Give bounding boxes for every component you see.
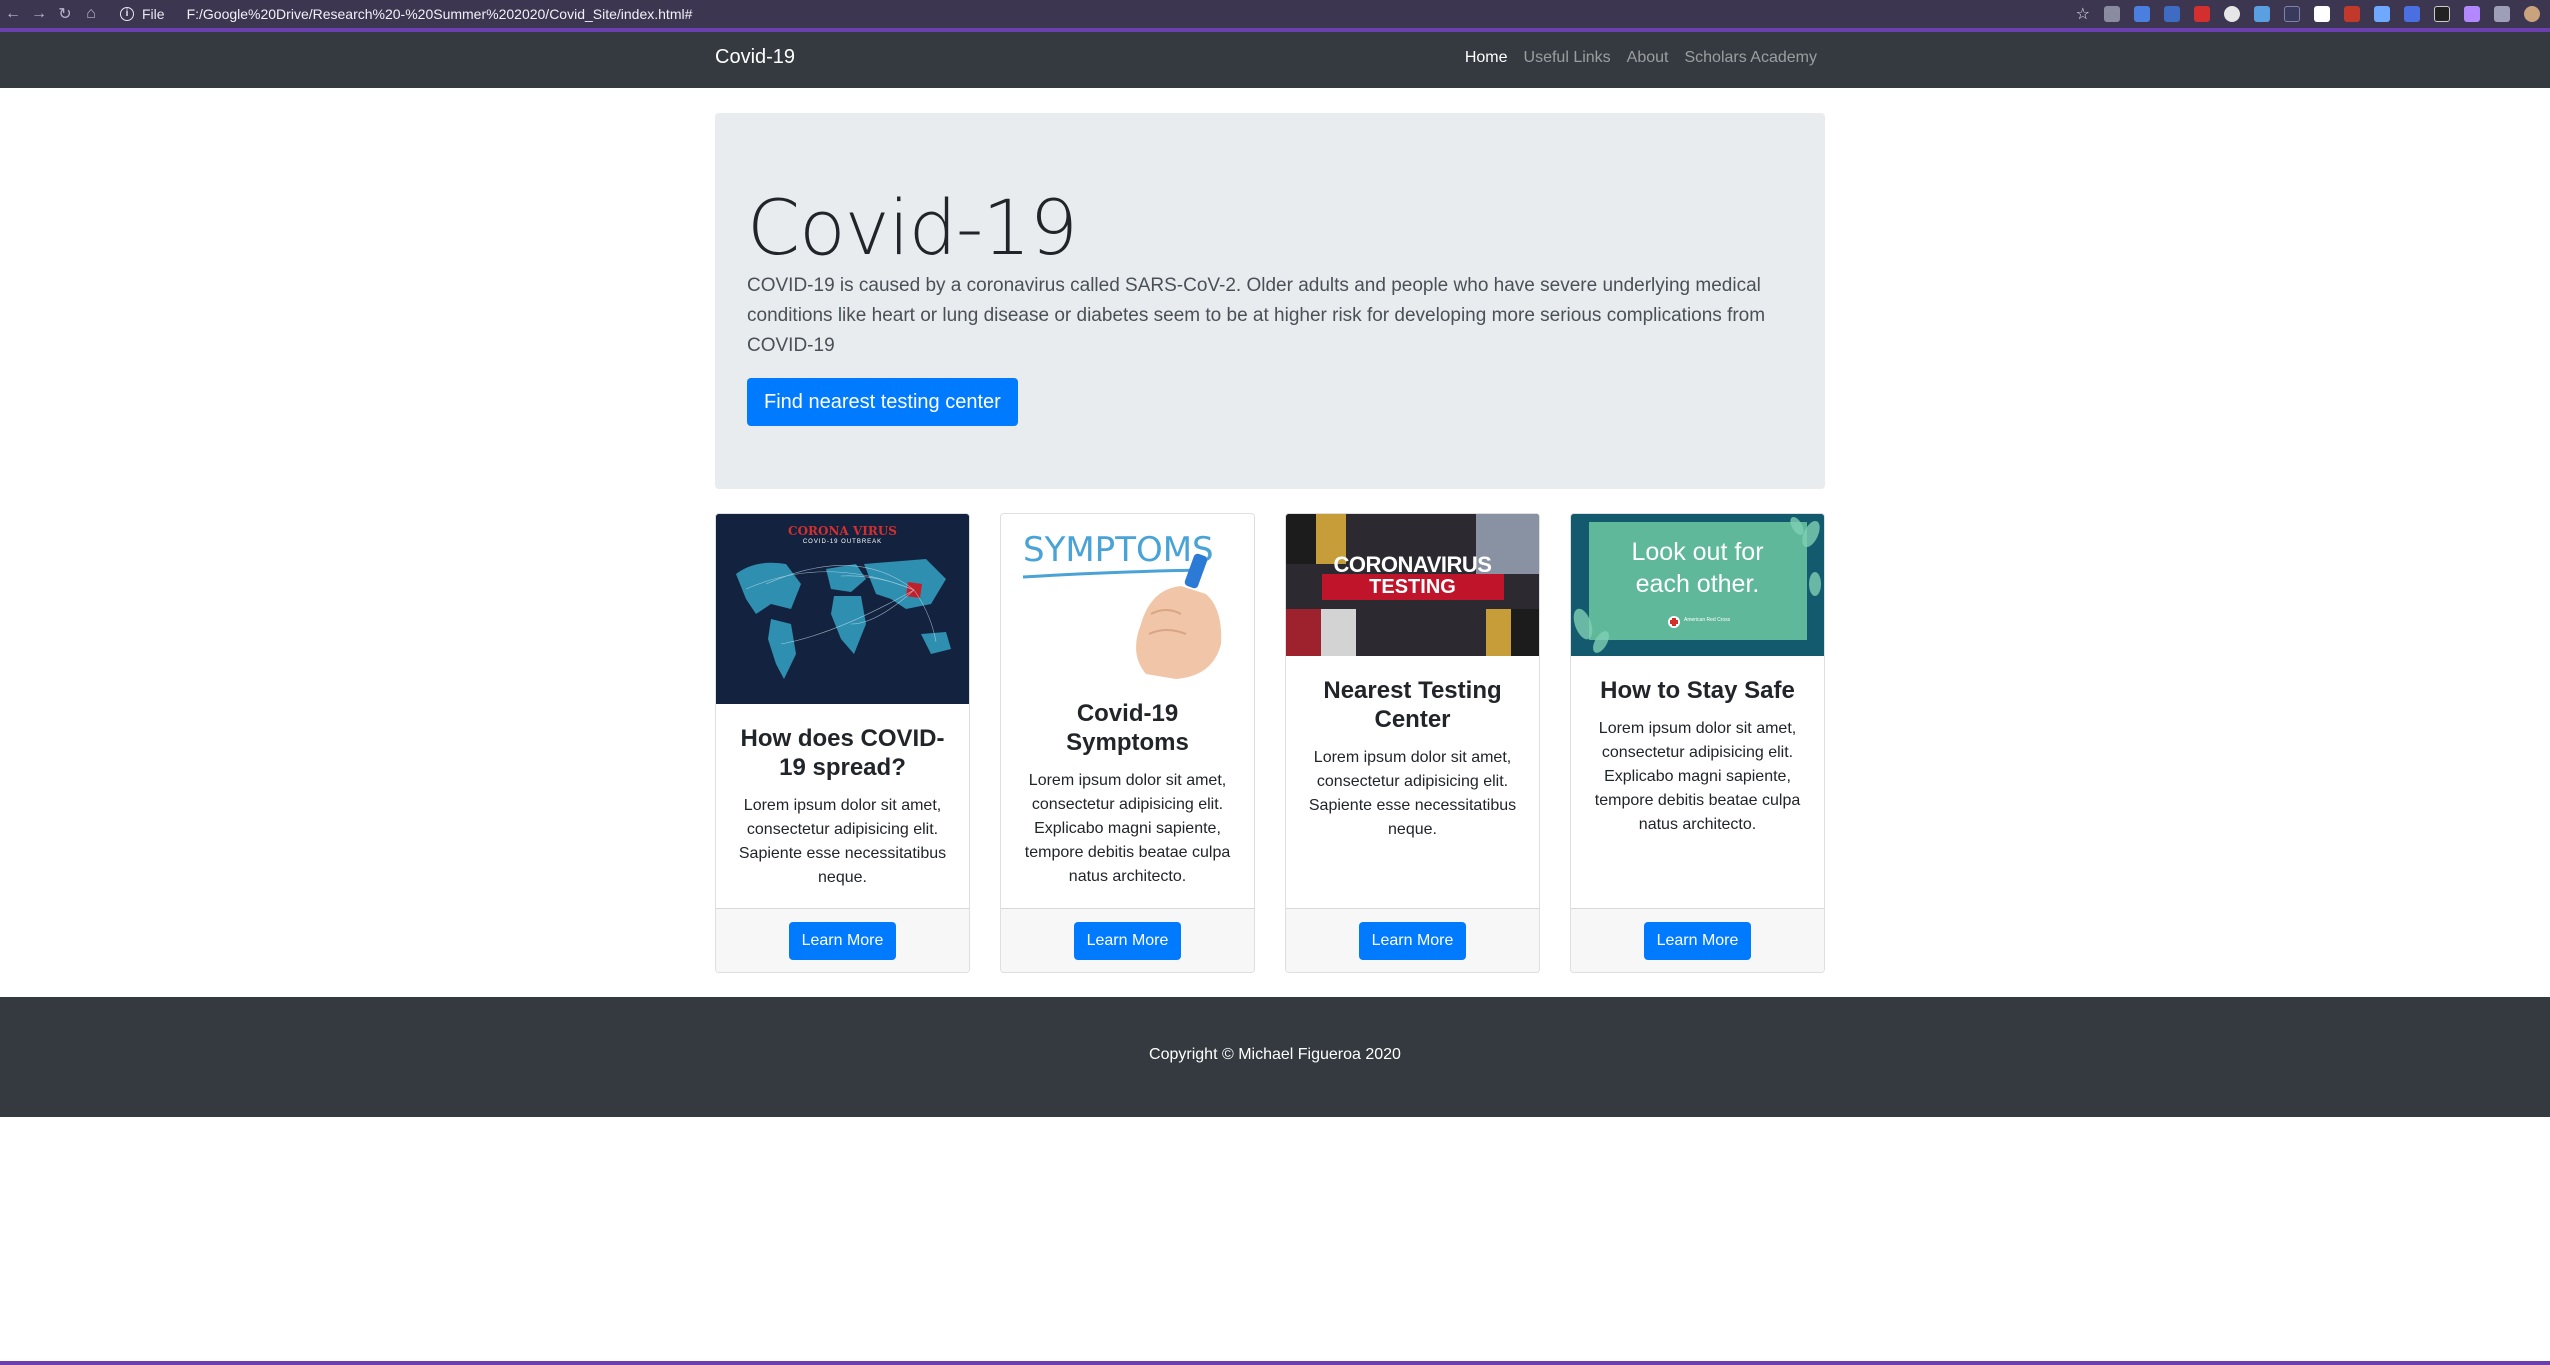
card-title: How to Stay Safe: [1600, 677, 1795, 704]
card-body: Covid-19 Symptoms Lorem ipsum dolor sit …: [1001, 679, 1254, 889]
image-caption: CORONA VIRUS: [788, 524, 897, 538]
card-symptoms: SYMPTOMS Covid-19 Symptoms Lorem ipsum d…: [1000, 513, 1255, 973]
extension-icon[interactable]: [2134, 6, 2150, 22]
image-subcaption: TESTING: [1369, 576, 1456, 598]
nav-links: Home Useful Links About Scholars Academy: [1465, 49, 1817, 67]
home-icon[interactable]: ⌂: [78, 0, 104, 28]
card-footer: Learn More: [716, 908, 969, 972]
card-covid-spread: CORONA VIRUS COVID-19 OUTBREAK How does …: [715, 513, 970, 973]
world-map-image: CORONA VIRUS COVID-19 OUTBREAK: [716, 514, 969, 704]
page-title: Covid-19: [747, 183, 1078, 272]
image-caption: Look out for each other.: [1631, 538, 1764, 598]
card-title: How does COVID-19 spread?: [740, 725, 945, 781]
nav-link-home[interactable]: Home: [1465, 49, 1508, 67]
bookmark-star-icon[interactable]: ☆: [2076, 4, 2090, 24]
site-navbar: Covid-19 Home Useful Links About Scholar…: [0, 32, 2550, 88]
copyright-text: Copyright © Michael Figueroa 2020: [1149, 1046, 1401, 1063]
back-icon[interactable]: ←: [0, 0, 26, 28]
learn-more-button[interactable]: Learn More: [1358, 921, 1467, 960]
image-subcaption: American Red Cross: [1684, 617, 1731, 623]
address-bar[interactable]: i File F:/Google%20Drive/Research%20-%20…: [120, 6, 692, 22]
intro-text: COVID-19 is caused by a coronavirus call…: [747, 275, 1766, 356]
browser-toolbar: ← → ↻ ⌂ i File F:/Google%20Drive/Researc…: [0, 0, 2550, 28]
find-testing-center-button[interactable]: Find nearest testing center: [747, 378, 1018, 426]
card-footer: Learn More: [1001, 908, 1254, 972]
stay-safe-image: Look out for each other. American Red Cr…: [1571, 514, 1824, 656]
testing-image: CORONAVIRUS TESTING: [1286, 514, 1539, 656]
jumbotron: Covid-19 COVID-19 is caused by a coronav…: [715, 113, 1825, 489]
extension-icon[interactable]: [2224, 6, 2240, 22]
extension-icon[interactable]: [2404, 6, 2420, 22]
card-text: Lorem ipsum dolor sit amet, consectetur …: [1024, 772, 1231, 885]
card-text: Lorem ipsum dolor sit amet, consectetur …: [738, 797, 947, 886]
adblock-icon[interactable]: [2194, 6, 2210, 22]
card-body: How does COVID-19 spread? Lorem ipsum do…: [716, 704, 969, 890]
learn-more-button[interactable]: Learn More: [788, 921, 897, 960]
file-label: File: [142, 6, 165, 22]
avatar[interactable]: [2524, 6, 2540, 22]
card-text: Lorem ipsum dolor sit amet, consectetur …: [1594, 720, 1801, 833]
nav-link-about[interactable]: About: [1627, 49, 1669, 67]
card-footer: Learn More: [1571, 908, 1824, 972]
card-footer: Learn More: [1286, 908, 1539, 972]
extension-icon[interactable]: [2104, 6, 2120, 22]
puzzle-icon[interactable]: [2464, 6, 2480, 22]
forward-icon[interactable]: →: [26, 0, 52, 28]
url-text[interactable]: F:/Google%20Drive/Research%20-%20Summer%…: [187, 6, 693, 22]
info-icon[interactable]: i: [120, 7, 134, 21]
extension-tray: ☆: [2076, 0, 2540, 28]
nav-link-useful-links[interactable]: Useful Links: [1524, 49, 1611, 67]
card-stay-safe: Look out for each other. American Red Cr…: [1570, 513, 1825, 973]
card-body: Nearest Testing Center Lorem ipsum dolor…: [1286, 656, 1539, 842]
card-title: Covid-19 Symptoms: [1066, 700, 1189, 756]
card-title: Nearest Testing Center: [1323, 677, 1502, 733]
learn-more-button[interactable]: Learn More: [1643, 921, 1752, 960]
card-text: Lorem ipsum dolor sit amet, consectetur …: [1308, 749, 1517, 838]
card-testing-center: CORONAVIRUS TESTING Nearest Testing Cent…: [1285, 513, 1540, 973]
image-caption: CORONAVIRUS: [1333, 552, 1492, 577]
image-subcaption: COVID-19 OUTBREAK: [802, 539, 883, 545]
nav-link-scholars-academy[interactable]: Scholars Academy: [1684, 49, 1817, 67]
extension-icon[interactable]: [2164, 6, 2180, 22]
hand-marker-icon: [1022, 553, 1222, 679]
navbar-brand[interactable]: Covid-19: [715, 46, 795, 69]
card-body: How to Stay Safe Lorem ipsum dolor sit a…: [1571, 656, 1824, 837]
extension-icon[interactable]: [2284, 6, 2300, 22]
site-footer: Copyright © Michael Figueroa 2020: [0, 997, 2550, 1117]
media-icon[interactable]: [2494, 6, 2510, 22]
window-bottom-border: [0, 1361, 2550, 1365]
reload-icon[interactable]: ↻: [52, 0, 78, 28]
notion-icon[interactable]: [2434, 6, 2450, 22]
extension-icon[interactable]: [2254, 6, 2270, 22]
symptoms-image: SYMPTOMS: [1001, 514, 1254, 679]
extension-icon[interactable]: [2344, 6, 2360, 22]
extension-icon[interactable]: [2314, 6, 2330, 22]
extension-icon[interactable]: [2374, 6, 2390, 22]
learn-more-button[interactable]: Learn More: [1073, 921, 1182, 960]
